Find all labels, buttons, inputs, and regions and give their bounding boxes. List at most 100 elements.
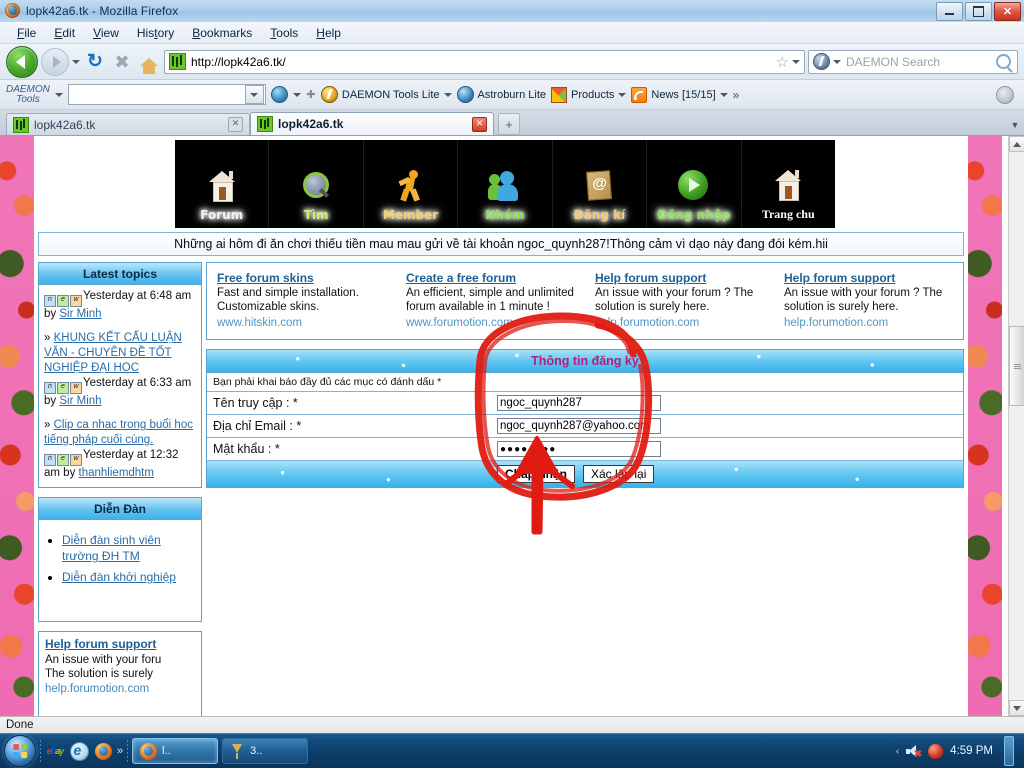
tray-app-icon[interactable] bbox=[928, 743, 944, 759]
nav-button-trangchu[interactable]: Trang chu bbox=[741, 140, 835, 228]
quick-launch-overflow-icon[interactable]: » bbox=[117, 745, 123, 757]
floral-border-right bbox=[968, 136, 1002, 716]
volume-muted-icon[interactable]: ✖ bbox=[906, 744, 922, 759]
tab-lopk42a6-2[interactable]: lopk42a6.tk ✕ bbox=[250, 112, 494, 135]
nav-button-tim[interactable]: Tìm bbox=[269, 140, 364, 228]
taskbar-button-wine[interactable]: 3.. bbox=[222, 738, 309, 764]
list-bullet: » bbox=[44, 419, 51, 431]
taskbar-clock[interactable]: 4:59 PM bbox=[950, 745, 993, 757]
ad-title-link[interactable]: Help forum support bbox=[784, 271, 953, 285]
addon-news[interactable]: News [15/15] bbox=[631, 86, 728, 103]
firefox-icon[interactable] bbox=[93, 741, 113, 761]
back-button[interactable] bbox=[6, 45, 38, 78]
topic-subject-link[interactable]: Clip ca nhac trong buổi hoc tiếng pháp c… bbox=[44, 419, 193, 446]
chevron-down-icon[interactable] bbox=[618, 92, 627, 97]
tray-expand-icon[interactable]: ‹ bbox=[896, 746, 899, 757]
email-input[interactable] bbox=[497, 418, 661, 434]
password-input[interactable] bbox=[497, 441, 661, 458]
menu-history[interactable]: History bbox=[128, 24, 183, 42]
firefox-logo-icon bbox=[5, 3, 21, 19]
list-item: new Yesterday at 6:48 am by Sir Minh bbox=[44, 289, 196, 322]
username-input[interactable] bbox=[497, 395, 661, 411]
home-button[interactable] bbox=[137, 50, 161, 74]
bookmark-star-icon[interactable]: ☆ bbox=[776, 53, 789, 71]
ad-create-a-free-forum: Create a free forum An efficient, simple… bbox=[396, 271, 585, 329]
addon-products[interactable]: Products bbox=[551, 86, 627, 103]
panel-title: Latest topics bbox=[82, 266, 157, 281]
forum-link-khoinghiep[interactable]: Diễn đàn khởi nghiệp bbox=[62, 570, 176, 584]
search-input[interactable]: DAEMON Search bbox=[841, 55, 996, 69]
daemon-icon bbox=[320, 86, 338, 103]
nav-button-forum[interactable]: Forum bbox=[175, 140, 270, 228]
menu-bookmarks[interactable]: Bookmarks bbox=[183, 24, 261, 42]
minimize-button[interactable] bbox=[936, 1, 963, 21]
latest-topics-body: new Yesterday at 6:48 am by Sir Minh » K… bbox=[39, 285, 201, 487]
history-dropdown-icon[interactable] bbox=[72, 59, 80, 64]
nav-button-dangki[interactable]: @ Đăng kí bbox=[552, 140, 648, 228]
menu-view[interactable]: View bbox=[84, 24, 128, 42]
nav-button-nhom[interactable]: Nhóm bbox=[458, 140, 553, 228]
topic-author-link[interactable]: Sir Minh bbox=[59, 395, 101, 407]
chevron-down-icon[interactable] bbox=[719, 92, 728, 97]
combo-dropdown-icon[interactable] bbox=[244, 85, 264, 104]
page-scrollbar[interactable] bbox=[1008, 136, 1024, 716]
daemon-search-combo[interactable] bbox=[67, 84, 266, 105]
tab-list-dropdown-icon[interactable]: ▼ bbox=[1006, 115, 1024, 135]
reload-button[interactable]: ↻ bbox=[83, 50, 107, 74]
ad-title-link[interactable]: Create a free forum bbox=[406, 271, 575, 285]
maximize-button[interactable] bbox=[965, 1, 992, 21]
topic-author-link[interactable]: Sir Minh bbox=[59, 308, 101, 320]
addon-daemon-tools-lite[interactable]: DAEMON Tools Lite bbox=[320, 86, 452, 103]
menu-edit[interactable]: Edit bbox=[45, 24, 84, 42]
help-forum-support-link[interactable]: Help forum support bbox=[45, 637, 195, 651]
tab-title: lopk42a6.tk bbox=[278, 117, 344, 131]
show-desktop-button[interactable] bbox=[1004, 736, 1014, 766]
stop-button[interactable]: ✖ bbox=[110, 50, 134, 74]
start-button[interactable] bbox=[4, 735, 36, 767]
menu-tools[interactable]: Tools bbox=[261, 24, 307, 42]
sidebar: Latest topics new Yesterday at 6:48 am b… bbox=[38, 262, 202, 716]
topic-author-link[interactable]: thanhliemdhtm bbox=[79, 467, 154, 479]
forum-link-sinhvien[interactable]: Diễn đàn sinh viên trường ĐH TM bbox=[62, 533, 161, 563]
tab-lopk42a6-1[interactable]: lopk42a6.tk ✕ bbox=[6, 113, 250, 135]
scroll-up-button[interactable] bbox=[1009, 136, 1024, 152]
scroll-thumb[interactable] bbox=[1009, 326, 1024, 406]
group-icon bbox=[487, 166, 521, 206]
registration-note: Bạn phải khai báo đầy đủ các mục có đánh… bbox=[213, 376, 442, 388]
tab-close-icon[interactable]: ✕ bbox=[228, 117, 243, 132]
daemon-menu-icon[interactable] bbox=[54, 92, 63, 97]
ebay-icon[interactable]: ebay bbox=[45, 741, 65, 761]
palm-icon[interactable] bbox=[996, 85, 1014, 104]
toolbar-overflow-icon[interactable]: » bbox=[733, 88, 740, 102]
chevron-down-icon[interactable] bbox=[443, 92, 452, 97]
submit-button[interactable]: Chấp nhận bbox=[497, 465, 575, 483]
nav-button-dangnhap[interactable]: Đăng nhập bbox=[647, 140, 742, 228]
taskbar-button-firefox[interactable]: l.. bbox=[132, 738, 219, 764]
close-button[interactable]: ✕ bbox=[994, 1, 1021, 21]
nav-button-member[interactable]: Member bbox=[363, 140, 459, 228]
new-tab-button[interactable]: + bbox=[498, 113, 520, 135]
web-search-icon[interactable] bbox=[270, 86, 288, 103]
tab-close-icon[interactable]: ✕ bbox=[472, 116, 487, 132]
search-icon[interactable] bbox=[996, 54, 1011, 69]
url-dropdown-icon[interactable] bbox=[792, 59, 800, 64]
daemon-search-engine-icon[interactable] bbox=[813, 53, 830, 70]
web-search-dropdown-icon[interactable] bbox=[292, 92, 301, 97]
topic-subject-link[interactable]: KHUNG KẾT CẤU LUẬN VĂN - CHUYÊN ĐỀ TỐT N… bbox=[44, 332, 182, 374]
menu-help[interactable]: Help bbox=[307, 24, 350, 42]
ad-title-link[interactable]: Free forum skins bbox=[217, 271, 386, 285]
reset-button[interactable]: Xác lập lại bbox=[583, 465, 655, 483]
scroll-down-button[interactable] bbox=[1009, 700, 1024, 716]
ad-title-link[interactable]: Help forum support bbox=[595, 271, 764, 285]
addon-astroburn-lite[interactable]: Astroburn Lite bbox=[456, 86, 546, 103]
nav-label: Nhóm bbox=[485, 208, 525, 222]
search-engine-dropdown-icon[interactable] bbox=[833, 59, 841, 64]
forward-button[interactable] bbox=[41, 47, 69, 76]
search-bar[interactable]: DAEMON Search bbox=[808, 49, 1018, 74]
play-circle-icon bbox=[677, 166, 710, 206]
topic-meta: new Yesterday at 6:33 am bbox=[44, 376, 196, 394]
url-bar[interactable]: http://lopk42a6.tk/ ☆ bbox=[164, 49, 805, 74]
ad-url: help.forumotion.com bbox=[595, 317, 700, 329]
internet-explorer-icon[interactable] bbox=[69, 741, 89, 761]
menu-file[interactable]: FFileile bbox=[8, 24, 45, 42]
